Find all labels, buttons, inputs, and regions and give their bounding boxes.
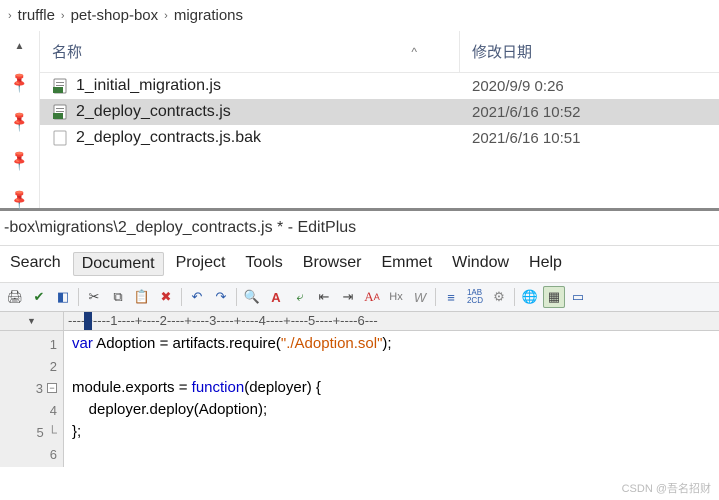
file-row[interactable]: 1_initial_migration.js 2020/9/9 0:26	[40, 73, 719, 99]
breadcrumb-item[interactable]: truffle	[18, 7, 55, 24]
ruler-scale: ----+----1----+----2----+----3----+----4…	[64, 312, 719, 330]
font-color-button[interactable]: A	[265, 286, 287, 308]
window-title: -box\migrations\2_deploy_contracts.js * …	[0, 211, 719, 246]
file-name: 1_initial_migration.js	[76, 77, 221, 95]
code-line[interactable]: deployer.deploy(Adoption);	[72, 399, 711, 421]
file-explorer: › truffle › pet-shop-box › migrations ▲ …	[0, 0, 719, 211]
quick-access-pins: ▲ 📌 📌 📌 📌	[0, 31, 40, 208]
menu-bar: SearchDocumentProjectToolsBrowserEmmetWi…	[0, 246, 719, 282]
copy-button[interactable]: ⧉	[107, 286, 129, 308]
toolbar-separator	[236, 288, 237, 306]
hex-button[interactable]: Hx	[385, 286, 407, 308]
menu-item-project[interactable]: Project	[168, 252, 234, 276]
code-editor[interactable]: 123−45└6 var Adoption = artifacts.requir…	[0, 331, 719, 467]
paste-button[interactable]: 📋	[131, 286, 153, 308]
file-date: 2020/9/9 0:26	[460, 78, 719, 95]
toolbar: 🖨 ✔ ◧ ✂ ⧉ 📋 ✖ ↶ ↷ 🔍 A ⤶ ⇤ ⇥ AA Hx W ≡ 1A…	[0, 282, 719, 312]
redo-button[interactable]: ↷	[210, 286, 232, 308]
code-line[interactable]: };	[72, 421, 711, 443]
menu-item-browser[interactable]: Browser	[295, 252, 370, 276]
caret-down-icon: ▼	[27, 316, 36, 326]
code-line[interactable]	[72, 443, 711, 465]
pin-icon[interactable]: 📌	[7, 148, 31, 172]
file-date: 2021/6/16 10:52	[460, 104, 719, 121]
file-date: 2021/6/16 10:51	[460, 130, 719, 147]
file-name: 2_deploy_contracts.js	[76, 103, 231, 121]
code-line[interactable]: module.exports = function(deployer) {	[72, 377, 711, 399]
file-list: 名称 ^ 修改日期 1_initial_migration.js 2020/9/9…	[40, 31, 719, 208]
code-line[interactable]: var Adoption = artifacts.require("./Adop…	[72, 333, 711, 355]
chevron-right-icon: ›	[164, 10, 168, 22]
file-icon	[52, 130, 68, 146]
line-number-gutter: 123−45└6	[0, 331, 64, 467]
line-button[interactable]: ≡	[440, 286, 462, 308]
breadcrumb-item[interactable]: migrations	[174, 7, 243, 24]
column-header-name-label: 名称	[52, 41, 82, 62]
delete-button[interactable]: ✖	[155, 286, 177, 308]
breadcrumb[interactable]: › truffle › pet-shop-box › migrations	[0, 0, 719, 31]
find-button[interactable]: 🔍	[241, 286, 263, 308]
menu-item-search[interactable]: Search	[2, 252, 69, 276]
print-button[interactable]: 🖨	[4, 286, 26, 308]
pin-icon[interactable]: 📌	[7, 109, 31, 133]
spellcheck-button[interactable]: ✔	[28, 286, 50, 308]
code-line[interactable]	[72, 355, 711, 377]
fold-end-icon: └	[48, 425, 57, 440]
chevron-right-icon: ›	[61, 10, 65, 22]
menu-item-emmet[interactable]: Emmet	[373, 252, 440, 276]
ruler-text: ----+----1----+----2----+----3----+----4…	[68, 313, 378, 328]
line-number: 3−	[0, 377, 63, 399]
code-content[interactable]: var Adoption = artifacts.require("./Adop…	[64, 331, 719, 467]
line-number: 1	[0, 333, 63, 355]
encoding-button[interactable]: 1AB2CD	[464, 286, 486, 308]
ruler: ▼ ----+----1----+----2----+----3----+---…	[0, 312, 719, 331]
file-row[interactable]: 2_deploy_contracts.js.bak 2021/6/16 10:51	[40, 125, 719, 151]
line-number: 4	[0, 399, 63, 421]
pin-icon[interactable]: 📌	[7, 70, 31, 94]
line-number: 2	[0, 355, 63, 377]
font-button[interactable]: AA	[361, 286, 383, 308]
file-icon	[52, 78, 68, 94]
panel-button[interactable]: ▦	[543, 286, 565, 308]
file-row[interactable]: 2_deploy_contracts.js 2021/6/16 10:52	[40, 99, 719, 125]
indent-right-button[interactable]: ⇥	[337, 286, 359, 308]
undo-button[interactable]: ↶	[186, 286, 208, 308]
fold-minus-icon[interactable]: −	[47, 383, 57, 393]
browser-button[interactable]: 🌐	[519, 286, 541, 308]
menu-item-help[interactable]: Help	[521, 252, 570, 276]
output-button[interactable]: ▭	[567, 286, 589, 308]
cut-button[interactable]: ✂	[83, 286, 105, 308]
toolbar-separator	[78, 288, 79, 306]
file-name: 2_deploy_contracts.js.bak	[76, 129, 261, 147]
breadcrumb-item[interactable]: pet-shop-box	[71, 7, 159, 24]
menu-item-document[interactable]: Document	[73, 252, 164, 276]
toolbar-separator	[181, 288, 182, 306]
pin-icon[interactable]: 📌	[7, 187, 31, 211]
chevron-right-icon: ›	[8, 10, 12, 22]
ruler-gutter: ▼	[0, 312, 64, 330]
editor-window: -box\migrations\2_deploy_contracts.js * …	[0, 211, 719, 467]
column-header-date-label: 修改日期	[472, 44, 532, 61]
column-header-date[interactable]: 修改日期	[460, 31, 719, 72]
menu-item-tools[interactable]: Tools	[237, 252, 290, 276]
wordwrap-button[interactable]: W	[409, 286, 431, 308]
toolbar-separator	[435, 288, 436, 306]
toolbar-separator	[514, 288, 515, 306]
indent-left-button[interactable]: ⇤	[313, 286, 335, 308]
menu-item-window[interactable]: Window	[444, 252, 517, 276]
scroll-up-icon[interactable]: ▲	[15, 41, 25, 52]
column-header-name[interactable]: 名称 ^	[40, 31, 460, 72]
line-number: 6	[0, 443, 63, 465]
wrap-button[interactable]: ⤶	[289, 286, 311, 308]
settings-button[interactable]: ⚙	[488, 286, 510, 308]
column-headers: 名称 ^ 修改日期	[40, 31, 719, 73]
sort-indicator-icon: ^	[411, 45, 417, 59]
file-icon	[52, 104, 68, 120]
watermark: CSDN @吾名招财	[622, 480, 711, 496]
cursor-marker	[84, 312, 92, 330]
preview-button[interactable]: ◧	[52, 286, 74, 308]
line-number: 5└	[0, 421, 63, 443]
